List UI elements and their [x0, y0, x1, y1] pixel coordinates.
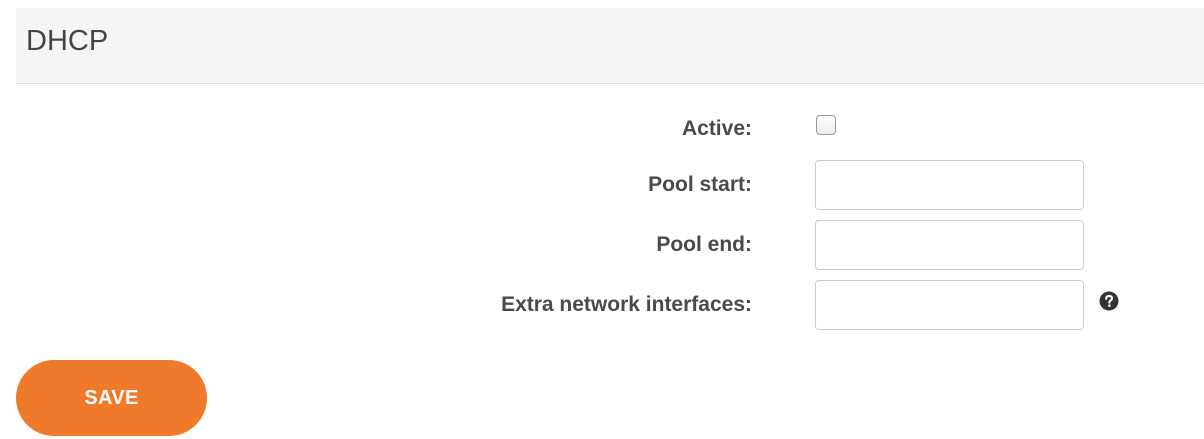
form-row-active: Active: [0, 104, 1204, 154]
section-title: DHCP [26, 25, 109, 57]
form-row-pool-end: Pool end: [0, 220, 1204, 270]
active-label: Active: [681, 117, 752, 140]
form-row-extra-interfaces: Extra network interfaces: [0, 280, 1204, 330]
section-header: DHCP [16, 8, 1204, 84]
pool-end-input[interactable] [815, 220, 1084, 270]
pool-start-label: Pool start: [648, 173, 752, 196]
form-row-pool-start: Pool start: [0, 160, 1204, 210]
question-circle-icon[interactable] [1099, 291, 1119, 311]
save-button[interactable]: SAVE [16, 360, 207, 436]
pool-start-input[interactable] [815, 160, 1084, 210]
extra-interfaces-label: Extra network interfaces: [501, 293, 752, 316]
pool-end-label: Pool end: [656, 233, 752, 256]
extra-interfaces-input[interactable] [815, 280, 1084, 330]
active-checkbox[interactable] [816, 115, 836, 135]
